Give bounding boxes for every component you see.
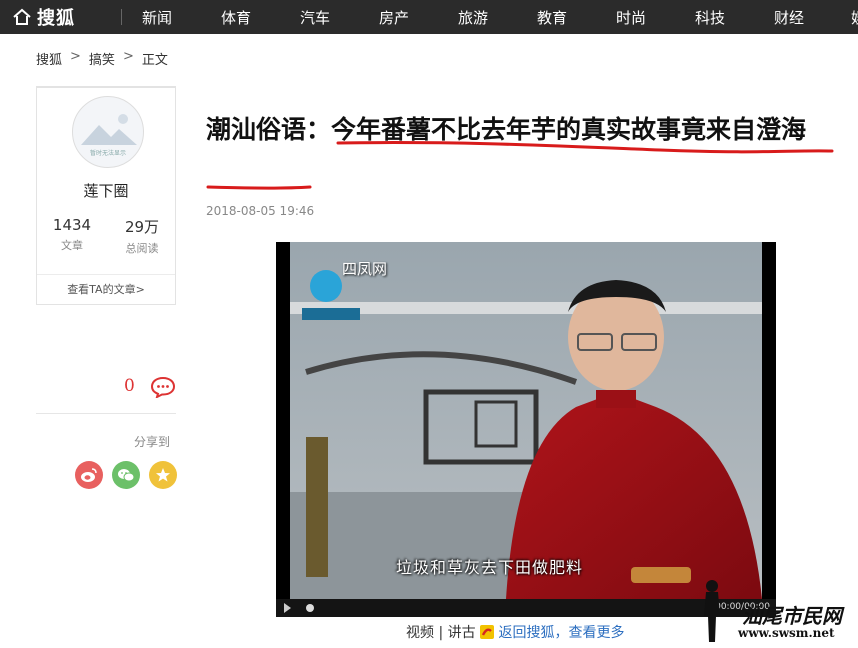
breadcrumb-separator: >	[122, 49, 134, 64]
reads-count: 29万	[124, 218, 160, 236]
caption-source: 讲古	[447, 625, 476, 641]
weibo-icon	[81, 468, 97, 482]
author-name[interactable]: 莲下圈	[37, 180, 175, 201]
play-icon[interactable]	[284, 603, 291, 613]
video-subtitle: 垃圾和草灰去下田做肥料	[396, 558, 584, 577]
nav-item-travel[interactable]: 旅游	[458, 7, 488, 28]
avatar-caption: 暂时无法显示	[89, 150, 126, 157]
comment-icon[interactable]	[150, 376, 176, 398]
avatar[interactable]: 暂时无法显示	[72, 96, 144, 168]
articles-label: 文章	[61, 239, 83, 252]
station-name: 四凤网	[342, 260, 388, 278]
breadcrumb-channel[interactable]: 搞笑	[89, 49, 115, 68]
view-articles-link[interactable]: 查看TA的文章>	[37, 274, 175, 304]
reads-label: 总阅读	[125, 242, 159, 255]
publish-date: 2018-08-05 19:46	[206, 204, 315, 218]
image-placeholder-icon	[81, 114, 137, 145]
breadcrumb-separator: >	[70, 49, 81, 64]
caption-type: 视频	[406, 625, 434, 641]
share-qzone-button[interactable]	[149, 461, 177, 489]
qzone-icon	[156, 468, 170, 482]
share-weibo-button[interactable]	[75, 461, 103, 489]
progress-handle[interactable]	[306, 604, 314, 612]
nav-item-news[interactable]: 新闻	[142, 7, 172, 28]
nav-divider	[121, 9, 122, 25]
articles-stat: 1434 文章	[37, 216, 107, 253]
nav-item-education[interactable]: 教育	[537, 7, 567, 28]
articles-count: 1434	[52, 216, 92, 234]
video-player[interactable]: 四凤网 垃圾和草灰去下田做肥料 00:00/00:00	[276, 242, 776, 617]
sohu-small-icon	[480, 625, 495, 639]
nav-item-entertainment[interactable]: 娱	[851, 7, 858, 28]
nav-item-tech[interactable]: 科技	[695, 7, 725, 28]
caption-separator: |	[438, 625, 444, 641]
wechat-icon	[118, 469, 135, 482]
logo-text: 搜狐	[37, 8, 75, 29]
breadcrumb-home[interactable]: 搜狐	[36, 49, 62, 68]
nav-item-realestate[interactable]: 房产	[379, 7, 409, 28]
share-label: 分享到	[134, 435, 171, 449]
watermark-text: 汕尾市民网	[742, 604, 842, 628]
comment-count[interactable]: 0	[124, 376, 135, 396]
top-navbar: 搜狐 新闻 体育 汽车 房产 旅游 教育 时尚 科技 财经 娱	[0, 0, 858, 34]
nav-item-finance[interactable]: 财经	[774, 7, 804, 28]
nav-item-sports[interactable]: 体育	[221, 7, 251, 28]
article-title: 潮汕俗语：今年番薯不比去年芋的真实故事竟来自澄海	[206, 115, 807, 144]
nav-item-auto[interactable]: 汽车	[300, 7, 330, 28]
back-to-sohu-link[interactable]: 返回搜狐，	[499, 625, 569, 641]
nav-item-fashion[interactable]: 时尚	[616, 7, 646, 28]
breadcrumb: 搜狐 > 搞笑 > 正文	[36, 49, 168, 68]
share-wechat-button[interactable]	[112, 461, 140, 489]
video-caption: 视频 | 讲古 返回搜狐，查看更多	[406, 622, 625, 642]
sohu-logo[interactable]: 搜狐	[12, 5, 75, 29]
author-card: 暂时无法显示 莲下圈 1434 文章 29万 总阅读 查看TA的文章>	[36, 86, 176, 305]
see-more-link[interactable]: 查看更多	[569, 625, 625, 641]
breadcrumb-current: 正文	[141, 53, 168, 68]
video-frame-image	[276, 242, 776, 602]
reads-stat: 29万 总阅读	[107, 216, 177, 256]
divider	[36, 413, 176, 414]
home-icon	[13, 8, 31, 25]
watermark-url: www.swsm.net	[738, 626, 835, 640]
